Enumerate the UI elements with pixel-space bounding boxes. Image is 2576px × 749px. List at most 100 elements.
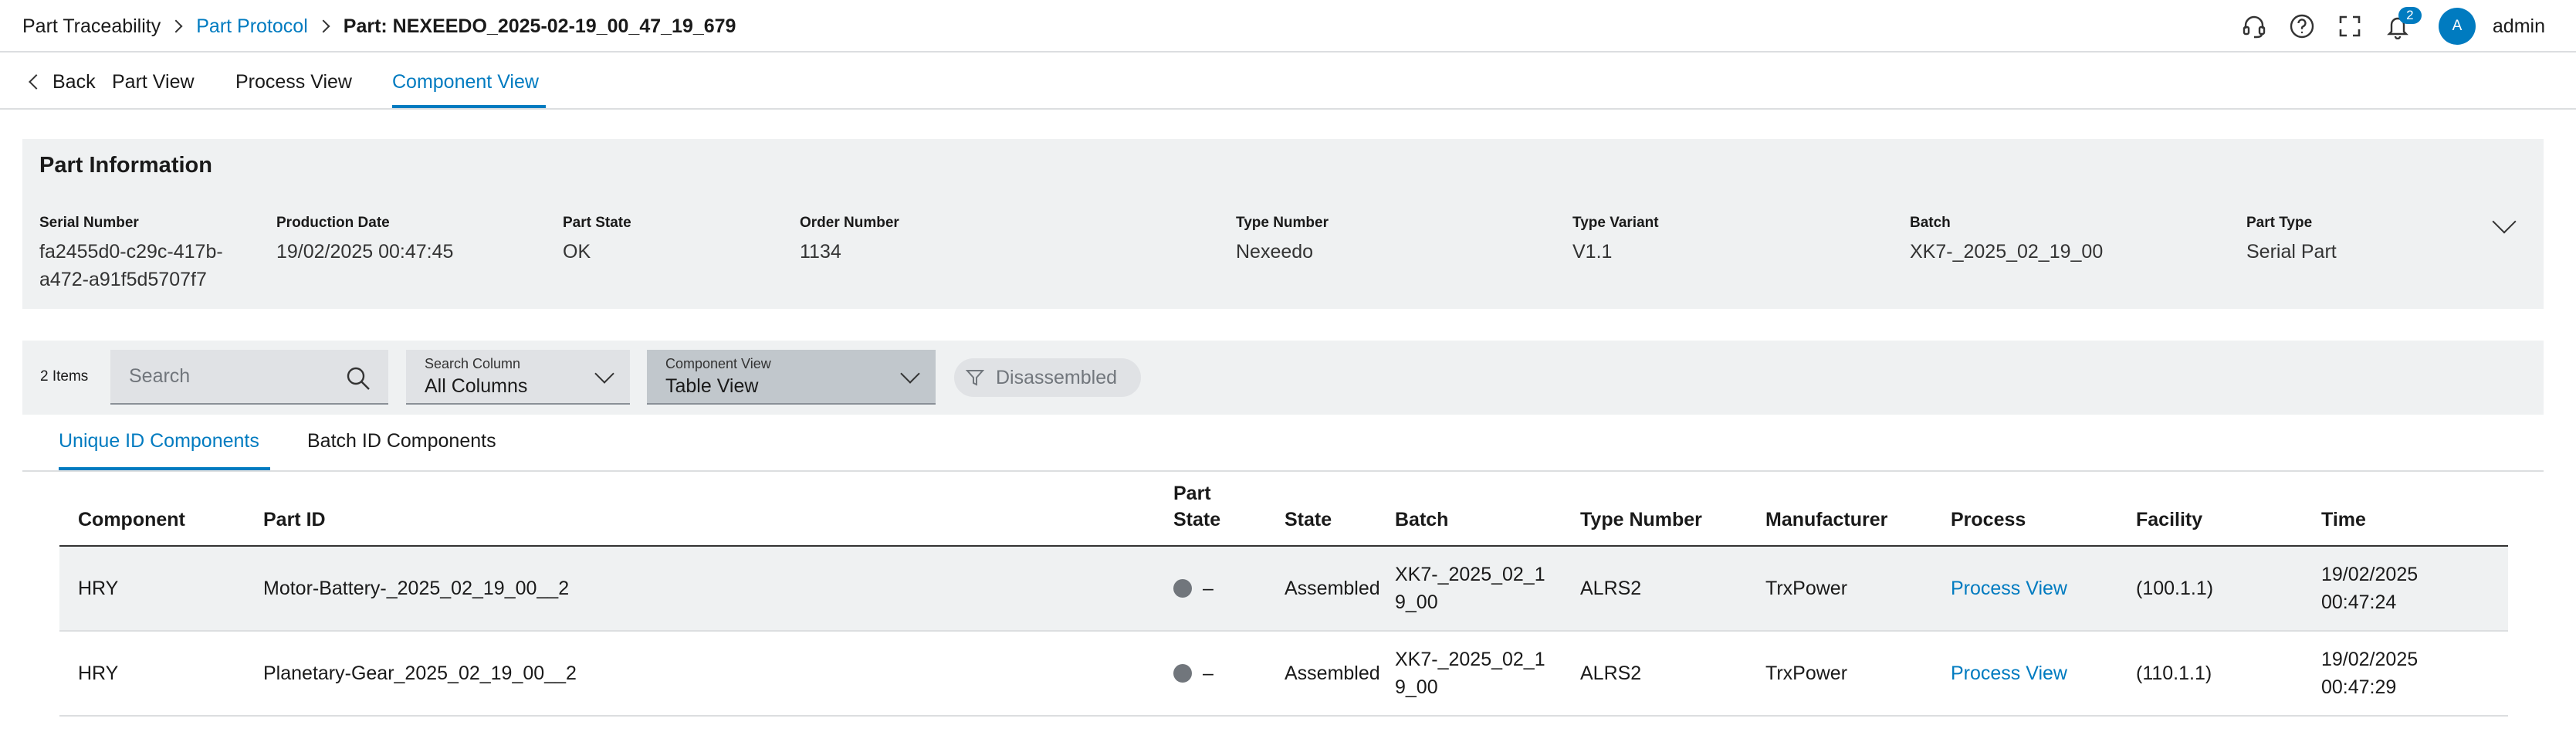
app-header: Part Traceability Part Protocol Part: NE… xyxy=(0,0,2576,53)
part-information-panel: Part Information Serial Number fa2455d0-… xyxy=(22,139,2544,309)
user-name[interactable]: admin xyxy=(2493,15,2545,38)
field-label: Order Number xyxy=(800,215,899,231)
field-value: Nexeedo xyxy=(1236,241,1314,263)
bell-icon[interactable]: 2 xyxy=(2383,7,2422,41)
cell-state: Assembled xyxy=(1285,578,1380,599)
field-label: Type Variant xyxy=(1572,215,1659,231)
field-part-state: Part State OK xyxy=(563,215,631,266)
breadcrumb-item-part-protocol[interactable]: Part Protocol xyxy=(196,15,308,38)
cell-manufacturer: TrxPower xyxy=(1765,663,1848,684)
column-header-time[interactable]: Time xyxy=(2321,507,2366,533)
back-button[interactable]: Back xyxy=(26,66,96,97)
column-header-facility[interactable]: Facility xyxy=(2136,507,2202,533)
select-value: Table View xyxy=(665,374,759,397)
field-batch: Batch XK7-_2025_02_19_00 xyxy=(1910,215,2103,266)
chevron-right-icon xyxy=(316,19,330,33)
table-row[interactable]: HRY Motor-Battery-_2025_02_19_00__2 – As… xyxy=(59,547,2508,632)
notification-badge: 2 xyxy=(2398,7,2422,24)
field-label: Serial Number xyxy=(39,215,139,231)
column-header-process[interactable]: Process xyxy=(1951,507,2026,533)
component-view-select[interactable]: Component View Table View xyxy=(647,350,936,405)
cell-part-id: Planetary-Gear_2025_02_19_00__2 xyxy=(263,663,577,684)
field-value: XK7-_2025_02_19_00 xyxy=(1910,241,2104,263)
cell-part-id: Motor-Battery-_2025_02_19_00__2 xyxy=(263,578,570,599)
tab-unique-id-components[interactable]: Unique ID Components xyxy=(59,430,259,458)
help-icon[interactable] xyxy=(2287,12,2317,41)
select-label: Component View xyxy=(665,355,771,371)
breadcrumb: Part Traceability Part Protocol Part: NE… xyxy=(22,12,736,40)
search-box xyxy=(110,350,388,405)
chevron-left-icon xyxy=(29,74,44,90)
header-actions: 2 A admin xyxy=(2221,7,2545,46)
disassembled-filter-chip[interactable]: Disassembled xyxy=(954,358,1141,397)
table-row[interactable]: HRY Planetary-Gear_2025_02_19_00__2 – As… xyxy=(59,632,2508,717)
cell-facility: (100.1.1) xyxy=(2136,578,2214,599)
field-label: Batch xyxy=(1910,215,1951,231)
cell-batch: XK7-_2025_02_19_00 xyxy=(1395,564,1545,613)
field-production-date: Production Date 19/02/2025 00:47:45 xyxy=(276,215,453,266)
back-label: Back xyxy=(52,70,96,93)
tab-process-view[interactable]: Process View xyxy=(235,66,352,97)
search-column-select[interactable]: Search Column All Columns xyxy=(406,350,630,405)
field-value: Serial Part xyxy=(2246,241,2337,263)
view-navigation: Back Part View Process View Component Vi… xyxy=(0,54,2576,110)
filter-icon xyxy=(965,370,985,386)
chevron-right-icon xyxy=(169,19,183,33)
cell-batch: XK7-_2025_02_19_00 xyxy=(1395,649,1545,698)
components-table: Component Part ID Part State State Batch… xyxy=(59,479,2508,717)
tab-batch-id-components[interactable]: Batch ID Components xyxy=(307,430,496,458)
column-header-component[interactable]: Component xyxy=(78,507,185,533)
table-toolbar: 2 Items Search Column All Columns Compon… xyxy=(22,341,2544,415)
cell-manufacturer: TrxPower xyxy=(1765,578,1848,599)
cell-time: 19/02/2025 00:47:29 xyxy=(2321,649,2419,698)
cell-time: 19/02/2025 00:47:24 xyxy=(2321,564,2419,613)
field-order-number: Order Number 1134 xyxy=(800,215,899,266)
chip-label: Disassembled xyxy=(996,366,1118,388)
items-count: 2 Items xyxy=(40,368,89,385)
field-label: Production Date xyxy=(276,215,390,231)
cell-type-number: ALRS2 xyxy=(1580,578,1642,599)
search-icon[interactable] xyxy=(345,365,371,391)
cell-facility: (110.1.1) xyxy=(2136,663,2212,684)
table-header: Component Part ID Part State State Batch… xyxy=(59,479,2508,547)
active-tab-indicator xyxy=(392,105,546,108)
process-view-link[interactable]: Process View xyxy=(1951,632,2121,715)
field-value: fa2455d0-c29c-417b-a472-a91f5d5707f7 xyxy=(39,241,223,290)
component-type-tabs: Unique ID Components Batch ID Components xyxy=(22,415,2544,472)
headset-icon[interactable] xyxy=(2239,12,2269,41)
active-tab-indicator xyxy=(59,467,270,470)
cell-component: HRY xyxy=(78,578,119,599)
column-header-state[interactable]: State xyxy=(1285,507,1332,533)
state-indicator-icon xyxy=(1173,579,1192,598)
breadcrumb-item-part-traceability[interactable]: Part Traceability xyxy=(22,15,161,38)
breadcrumb-current-part: Part: NEXEEDO_2025-02-19_00_47_19_679 xyxy=(343,15,736,37)
process-view-link[interactable]: Process View xyxy=(1951,547,2121,630)
tab-component-view[interactable]: Component View xyxy=(392,66,539,97)
field-value: 19/02/2025 00:47:45 xyxy=(276,241,454,263)
search-input[interactable] xyxy=(110,365,334,388)
part-information-title: Part Information xyxy=(39,153,212,178)
tab-part-view[interactable]: Part View xyxy=(112,66,195,97)
column-header-batch[interactable]: Batch xyxy=(1395,507,1448,533)
field-type-number: Type Number Nexeedo xyxy=(1236,215,1329,266)
column-header-part-state[interactable]: Part State xyxy=(1173,480,1235,533)
cell-part-state: – xyxy=(1173,547,1274,630)
part-state-value: – xyxy=(1203,578,1214,599)
avatar[interactable]: A xyxy=(2438,8,2476,45)
cell-type-number: ALRS2 xyxy=(1580,663,1642,684)
column-header-part-id[interactable]: Part ID xyxy=(263,507,326,533)
field-value: 1134 xyxy=(800,241,841,263)
cell-part-state: – xyxy=(1173,632,1274,715)
cell-state: Assembled xyxy=(1285,663,1380,684)
field-type-variant: Type Variant V1.1 xyxy=(1572,215,1659,266)
column-header-manufacturer[interactable]: Manufacturer xyxy=(1765,507,1887,533)
state-indicator-icon xyxy=(1173,664,1192,683)
field-value: V1.1 xyxy=(1572,241,1613,263)
chevron-down-icon[interactable] xyxy=(2492,209,2517,234)
field-serial-number: Serial Number fa2455d0-c29c-417b-a472-a9… xyxy=(39,215,232,293)
field-value: OK xyxy=(563,241,591,263)
field-label: Type Number xyxy=(1236,215,1329,231)
column-header-type-number[interactable]: Type Number xyxy=(1580,507,1702,533)
field-label: Part Type xyxy=(2246,215,2313,231)
fullscreen-icon[interactable] xyxy=(2335,12,2364,41)
